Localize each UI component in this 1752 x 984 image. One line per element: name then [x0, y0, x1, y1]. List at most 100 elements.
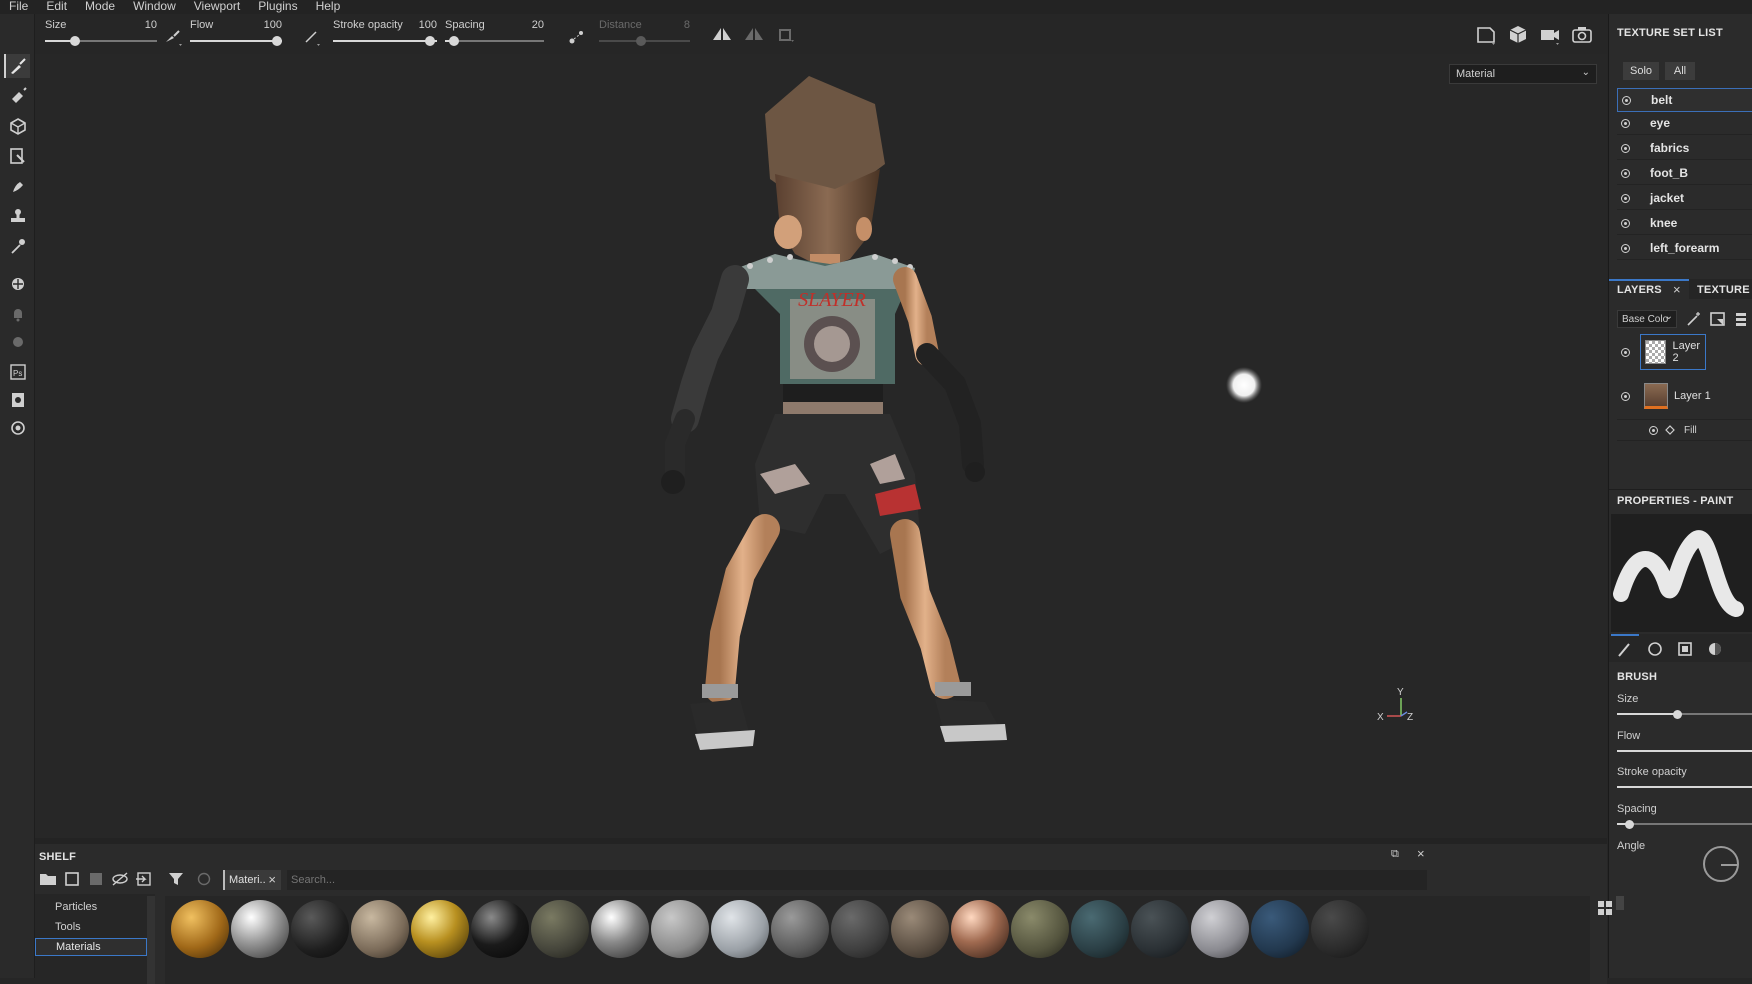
fill-effect-row[interactable]: Fill [1617, 419, 1752, 441]
viewport-2d-icon[interactable] [1474, 23, 1498, 47]
size-slider[interactable]: Size 10 [45, 19, 157, 49]
tab-layers[interactable]: LAYERS × [1609, 279, 1689, 299]
material-thumbnail[interactable] [1011, 900, 1069, 958]
shelf-category-particles[interactable]: Particles [55, 901, 97, 913]
material-thumbnail[interactable] [171, 900, 229, 958]
clone-stamp-tool[interactable] [6, 204, 30, 228]
maximize-icon[interactable]: ⧉ [1391, 848, 1399, 861]
material-thumbnail[interactable] [711, 900, 769, 958]
bake-tool[interactable] [6, 272, 30, 296]
settings-icon[interactable] [6, 416, 30, 440]
flow-pressure-icon[interactable] [302, 26, 324, 48]
stroke-opacity-value[interactable]: 100 [419, 19, 437, 31]
flow-slider-handle[interactable] [272, 36, 282, 46]
brush-tab-icon[interactable] [1611, 634, 1639, 662]
layer-visibility-icon[interactable] [1621, 391, 1630, 401]
close-icon[interactable]: × [268, 872, 276, 887]
paint-brush-tool[interactable] [4, 54, 30, 78]
visibility-toggle-icon[interactable] [1621, 193, 1630, 203]
material-thumbnail[interactable] [1071, 900, 1129, 958]
stroke-opacity-slider-handle[interactable] [425, 36, 435, 46]
material-thumbnail[interactable] [771, 900, 829, 958]
layer-row[interactable]: Layer 2 [1617, 332, 1752, 372]
alpha-tab-icon[interactable] [1641, 636, 1669, 662]
symmetry-icon[interactable] [710, 23, 734, 47]
tab-texture-set-settings[interactable]: TEXTURE S [1697, 281, 1752, 299]
camera-icon[interactable] [1538, 23, 1562, 47]
material-thumbnail[interactable] [1131, 900, 1189, 958]
angle-dial[interactable] [1703, 846, 1739, 882]
texture-set-item[interactable]: belt [1617, 88, 1752, 112]
visibility-toggle-icon[interactable] [1621, 118, 1630, 128]
hide-icon[interactable] [109, 869, 131, 889]
menu-mode[interactable]: Mode [76, 0, 124, 14]
material-thumbnail[interactable] [531, 900, 589, 958]
polygon-fill-tool[interactable] [6, 144, 30, 168]
texture-set-item[interactable]: foot_B [1617, 162, 1752, 185]
layer-visibility-icon[interactable] [1621, 347, 1630, 357]
grid-view-icon[interactable] [1597, 900, 1613, 916]
refresh-icon[interactable] [193, 869, 215, 889]
brush-flow-slider[interactable] [1617, 750, 1752, 752]
color-picker-tool[interactable] [6, 234, 30, 258]
photoshop-export-icon[interactable]: Ps [6, 360, 30, 384]
export-textures-icon[interactable] [6, 388, 30, 412]
size-value[interactable]: 10 [145, 19, 157, 31]
stencil-tab-icon[interactable] [1671, 636, 1699, 662]
material-thumbnail[interactable] [411, 900, 469, 958]
menu-help[interactable]: Help [307, 0, 350, 14]
texture-set-item[interactable]: fabrics [1617, 137, 1752, 160]
add-mask-icon[interactable] [1709, 310, 1727, 328]
visibility-toggle-icon[interactable] [1621, 218, 1630, 228]
symmetry-mirror-icon[interactable] [742, 23, 766, 47]
add-effect-icon[interactable] [1685, 310, 1703, 328]
material-thumbnail[interactable] [1251, 900, 1309, 958]
close-icon[interactable]: × [1673, 282, 1681, 297]
menu-edit[interactable]: Edit [37, 0, 76, 14]
close-icon[interactable]: × [1417, 846, 1425, 861]
brush-size-slider[interactable] [1617, 709, 1752, 719]
material-thumbnail[interactable] [591, 900, 649, 958]
size-slider-handle[interactable] [70, 36, 80, 46]
shelf-search-input[interactable] [287, 870, 1427, 890]
menu-file[interactable]: File [0, 0, 37, 14]
material-thumbnail[interactable] [351, 900, 409, 958]
layer-row[interactable]: Layer 1 [1617, 376, 1752, 416]
texture-set-item[interactable]: left_forearm [1617, 237, 1752, 260]
material-thumbnail[interactable] [1311, 900, 1369, 958]
material-thumbnail[interactable] [291, 900, 349, 958]
shelf-filter-tab[interactable]: Materi.. × [223, 870, 281, 890]
material-thumbnail[interactable] [831, 900, 889, 958]
visibility-toggle-icon[interactable] [1621, 168, 1630, 178]
filter-icon[interactable] [165, 869, 187, 889]
material-thumbnail[interactable] [1191, 900, 1249, 958]
material-thumbnail[interactable] [231, 900, 289, 958]
notification-icon[interactable] [6, 302, 30, 326]
layer-stack-icon[interactable] [1733, 310, 1751, 328]
texture-set-item[interactable]: eye [1617, 112, 1752, 135]
visibility-toggle-icon[interactable] [1622, 95, 1631, 105]
texture-set-item[interactable]: jacket [1617, 187, 1752, 210]
viewport-3d-icon[interactable] [1506, 23, 1530, 47]
shelf-category-tools[interactable]: Tools [55, 921, 81, 933]
stroke-opacity-slider[interactable]: Stroke opacity 100 [333, 19, 437, 49]
material-thumbnail[interactable] [951, 900, 1009, 958]
spacing-slider-handle[interactable] [449, 36, 459, 46]
texture-set-item[interactable]: knee [1617, 212, 1752, 235]
materials-scrollbar[interactable] [1616, 896, 1624, 910]
material-tab-icon[interactable] [1701, 636, 1729, 662]
all-button[interactable]: All [1665, 62, 1695, 80]
channel-select[interactable]: Base Colo ⌄ [1617, 310, 1677, 328]
distance-slider-handle[interactable] [636, 36, 646, 46]
symmetry-settings-icon[interactable] [774, 23, 798, 47]
eraser-tool[interactable] [6, 84, 30, 108]
projection-tool[interactable] [6, 114, 30, 138]
substance-icon[interactable] [6, 330, 30, 354]
flow-slider[interactable]: Flow 100 [190, 19, 282, 49]
category-scrollbar[interactable] [147, 896, 155, 984]
visibility-toggle-icon[interactable] [1621, 143, 1630, 153]
brush-stroke-opacity-slider[interactable] [1617, 786, 1752, 788]
smudge-tool[interactable] [6, 174, 30, 198]
solo-button[interactable]: Solo [1623, 62, 1659, 80]
viewport-display-select[interactable]: Material ⌄ [1449, 64, 1597, 84]
